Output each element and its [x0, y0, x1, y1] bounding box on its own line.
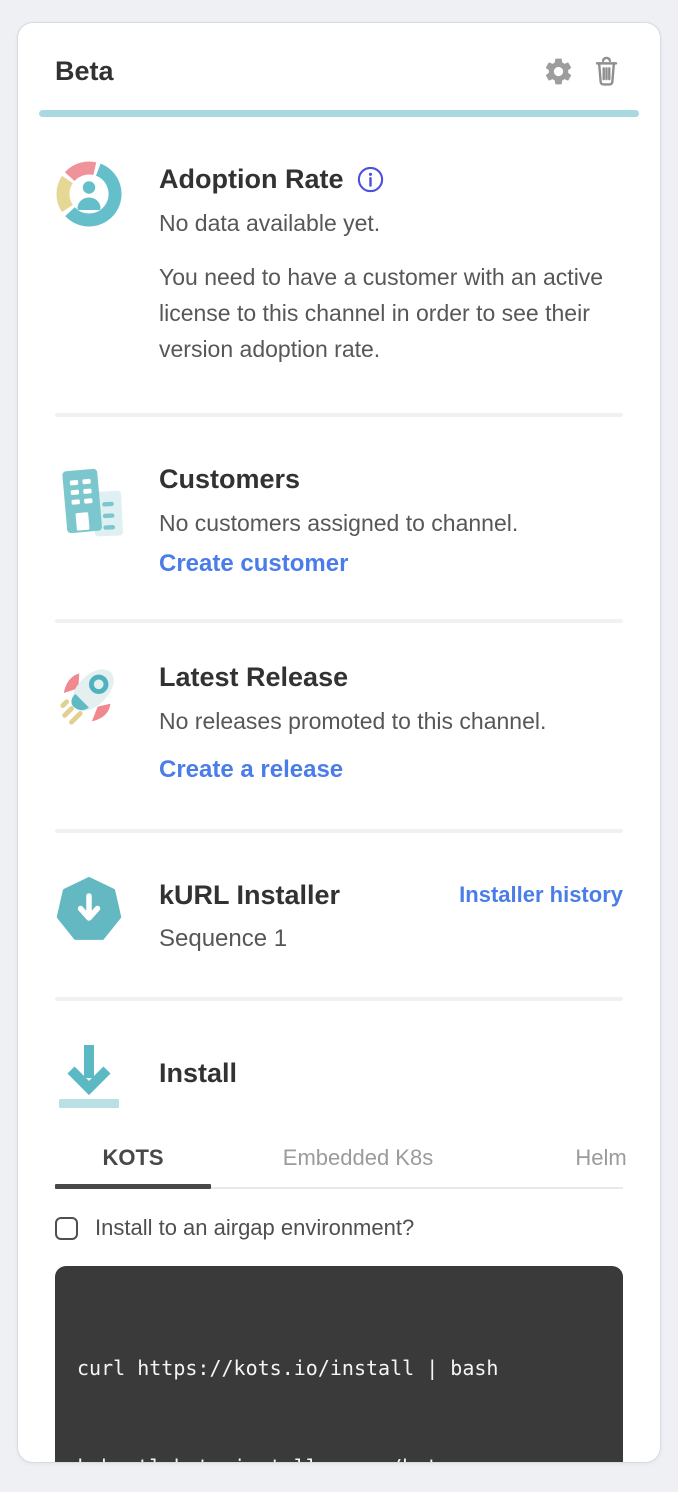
delete-channel-button[interactable] [589, 54, 623, 88]
kurl-installer-section: kURL Installer Installer history Sequenc… [55, 877, 623, 955]
airgap-checkbox[interactable] [55, 1217, 78, 1240]
adoption-rate-section: Adoption Rate No data available yet. You… [55, 161, 623, 367]
adoption-empty-body: You need to have a customer with an acti… [159, 259, 623, 367]
channel-settings-button[interactable] [541, 54, 575, 88]
card-header: Beta [55, 55, 623, 87]
heptagon-download-icon [55, 877, 123, 943]
install-tabs: KOTS Embedded K8s Helm [55, 1143, 623, 1189]
info-icon[interactable] [357, 166, 384, 193]
rocket-icon [55, 659, 123, 731]
header-actions [541, 54, 623, 88]
adoption-empty-title: No data available yet. [159, 205, 623, 241]
latest-release-title: Latest Release [159, 659, 623, 695]
command-line: curl https://kots.io/install | bash [77, 1352, 601, 1385]
create-customer-link[interactable]: Create customer [159, 549, 348, 579]
channel-card: Beta [17, 22, 661, 1463]
install-title: Install [159, 1055, 623, 1091]
download-arrow-icon [55, 1041, 123, 1113]
section-divider [55, 413, 623, 417]
channel-name: Beta [55, 55, 541, 87]
section-divider [55, 829, 623, 833]
channel-accent-bar [39, 110, 639, 117]
tab-embedded-k8s[interactable]: Embedded K8s [233, 1143, 483, 1187]
latest-release-section: Latest Release No releases promoted to t… [55, 659, 623, 785]
adoption-rate-title: Adoption Rate [159, 161, 623, 197]
kurl-installer-title: kURL Installer [159, 877, 340, 913]
airgap-label: Install to an airgap environment? [95, 1215, 414, 1241]
create-release-link[interactable]: Create a release [159, 755, 343, 785]
installer-history-link[interactable]: Installer history [459, 882, 623, 908]
customers-section: Customers No customers assigned to chann… [55, 461, 623, 579]
release-empty-text: No releases promoted to this channel. [159, 703, 623, 739]
gear-icon [543, 56, 574, 87]
command-line: kubectl kots install myapp/beta [77, 1451, 601, 1463]
section-divider [55, 619, 623, 623]
installer-sequence: Sequence 1 [159, 923, 623, 955]
tab-helm[interactable]: Helm [521, 1143, 661, 1187]
tab-kots[interactable]: KOTS [55, 1143, 211, 1187]
customers-title: Customers [159, 461, 623, 497]
airgap-row: Install to an airgap environment? [55, 1215, 623, 1241]
buildings-icon [55, 461, 123, 539]
trash-icon [591, 55, 622, 88]
section-divider [55, 997, 623, 1001]
install-command-block[interactable]: curl https://kots.io/install | bash kube… [55, 1266, 623, 1463]
adoption-donut-person-icon [55, 161, 123, 227]
customers-empty-text: No customers assigned to channel. [159, 505, 623, 541]
install-section: Install [55, 1041, 623, 1113]
